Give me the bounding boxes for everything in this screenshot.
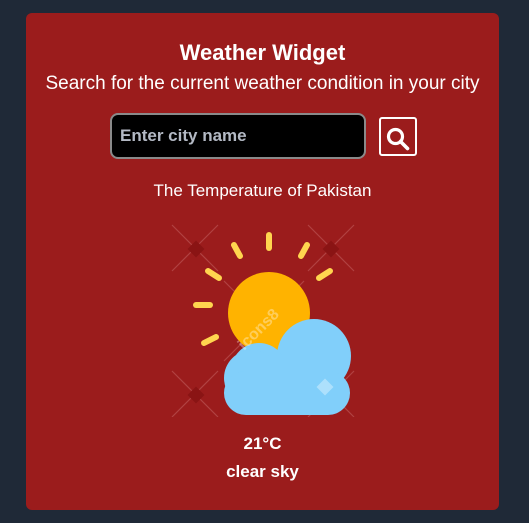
weather-condition: clear sky — [226, 462, 299, 481]
weather-widget-card: Weather Widget Search for the current we… — [26, 13, 499, 510]
partly-cloudy-day-icon: icons8 — [171, 224, 355, 417]
temperature-caption: The Temperature of Pakistan — [153, 181, 372, 200]
widget-title: Weather Widget — [179, 40, 346, 65]
city-search-input[interactable] — [110, 113, 366, 159]
temperature-value: 21°C — [243, 434, 282, 453]
widget-subtitle: Search for the current weather condition… — [45, 73, 480, 94]
search-icon — [386, 127, 410, 150]
search-button[interactable] — [379, 117, 417, 156]
